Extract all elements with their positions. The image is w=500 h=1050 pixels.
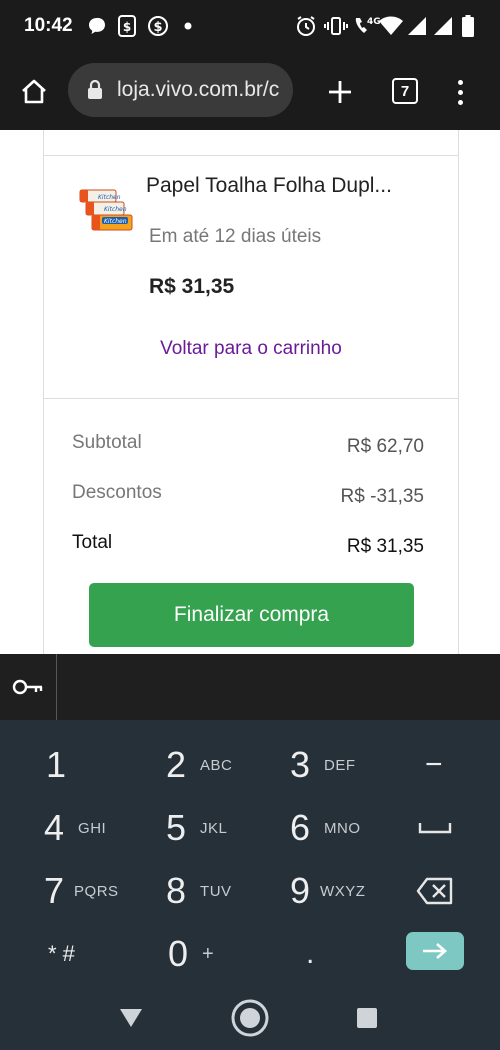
signal-icon <box>432 14 454 38</box>
divider <box>44 398 458 399</box>
key-0[interactable]: 0 + <box>168 924 214 984</box>
delivery-estimate: Em até 12 dias úteis <box>149 226 322 247</box>
key-minus[interactable]: − <box>425 735 443 795</box>
backspace-key[interactable] <box>416 861 454 921</box>
discounts-label: Descontos <box>72 482 162 503</box>
space-key[interactable] <box>418 798 452 858</box>
svg-text:$: $ <box>153 20 162 35</box>
subtotal-label: Subtotal <box>72 432 142 453</box>
back-to-cart-link[interactable]: Voltar para o carrinho <box>44 338 458 360</box>
product-name[interactable]: Papel Toalha Folha Dupl... <box>146 174 392 198</box>
space-icon <box>418 823 452 834</box>
browser-toolbar: loja.vivo.com.br/c 7 <box>0 52 500 130</box>
alarm-icon <box>294 14 318 38</box>
plus-icon <box>329 81 351 103</box>
dot-icon <box>182 14 194 38</box>
url-bar[interactable]: loja.vivo.com.br/c <box>68 63 293 117</box>
lock-icon <box>87 79 103 105</box>
key-3[interactable]: 3 DEF <box>290 735 356 795</box>
enter-key[interactable] <box>406 932 464 970</box>
key-8[interactable]: 8 TUV <box>166 861 232 921</box>
signal-icon <box>406 14 428 38</box>
key-5[interactable]: 5 JKL <box>166 798 227 858</box>
svg-text:Kitchen: Kitchen <box>104 206 127 213</box>
cart-summary-card: Kitchen Kitchen Kitchen Papel Toalha Fol… <box>43 130 459 654</box>
subtotal-value: R$ 62,70 <box>346 436 424 457</box>
more-menu-button[interactable] <box>448 72 472 112</box>
more-dot-icon <box>457 99 463 105</box>
svg-text:$: $ <box>123 20 131 34</box>
money-app-icon: $ <box>116 14 138 38</box>
period-key[interactable]: . <box>306 924 314 984</box>
triangle-down-icon <box>120 1009 142 1027</box>
more-dot-icon <box>457 89 463 95</box>
home-nav-button[interactable] <box>230 999 270 1037</box>
new-tab-button[interactable] <box>320 72 360 112</box>
wifi-icon <box>378 14 404 38</box>
tab-switcher-button[interactable]: 7 <box>392 78 418 104</box>
key-7[interactable]: 7 PQRS <box>44 861 119 921</box>
svg-text:Kitchen: Kitchen <box>104 218 127 225</box>
divider <box>44 155 458 156</box>
recents-nav-button[interactable] <box>347 1000 387 1036</box>
arrow-right-icon <box>423 943 447 959</box>
subtotal-row: Subtotal R$ 62,70 <box>72 432 424 458</box>
svg-text:Kitchen: Kitchen <box>98 194 121 201</box>
divider <box>56 654 57 720</box>
keyboard-toolbar <box>0 654 500 720</box>
product-price: R$ 31,35 <box>149 275 235 298</box>
checkout-button[interactable]: Finalizar compra <box>89 583 414 647</box>
total-label: Total <box>72 532 113 553</box>
chat-icon <box>86 14 108 38</box>
key-6[interactable]: 6 MNO <box>290 798 361 858</box>
wifi-call-icon: 4G <box>352 14 380 38</box>
discounts-value: R$ -31,35 <box>340 486 424 507</box>
system-nav-bar <box>0 986 500 1050</box>
backspace-icon <box>416 877 453 905</box>
status-bar: 10:42 $ $ 4G <box>0 0 500 52</box>
status-time: 10:42 <box>24 15 73 36</box>
battery-icon <box>460 14 476 38</box>
password-key-icon[interactable] <box>10 674 46 700</box>
discounts-row: Descontos R$ -31,35 <box>72 482 424 508</box>
more-dot-icon <box>457 79 463 85</box>
product-image: Kitchen Kitchen Kitchen <box>76 186 134 234</box>
square-icon <box>357 1008 377 1028</box>
home-circle-icon <box>231 999 269 1037</box>
key-1[interactable]: 1 <box>46 735 66 795</box>
total-row: Total R$ 31,35 <box>72 532 424 558</box>
home-button[interactable] <box>14 72 54 112</box>
web-page: Kitchen Kitchen Kitchen Papel Toalha Fol… <box>0 130 500 654</box>
home-icon <box>22 79 46 104</box>
back-nav-button[interactable] <box>111 1000 151 1036</box>
url-text: loja.vivo.com.br/c <box>117 78 280 101</box>
key-4[interactable]: 4 GHI <box>44 798 106 858</box>
symbols-key[interactable]: * # <box>48 924 75 984</box>
key-2[interactable]: 2 ABC <box>166 735 232 795</box>
dollar-icon: $ <box>146 14 170 38</box>
total-value: R$ 31,35 <box>346 536 424 557</box>
vibrate-icon <box>324 14 348 38</box>
key-9[interactable]: 9 WXYZ <box>290 861 365 921</box>
numeric-keyboard: 1 2 ABC 3 DEF − 4 GHI 5 JKL 6 MNO 7 PQRS 8 TUV … <box>0 720 500 986</box>
